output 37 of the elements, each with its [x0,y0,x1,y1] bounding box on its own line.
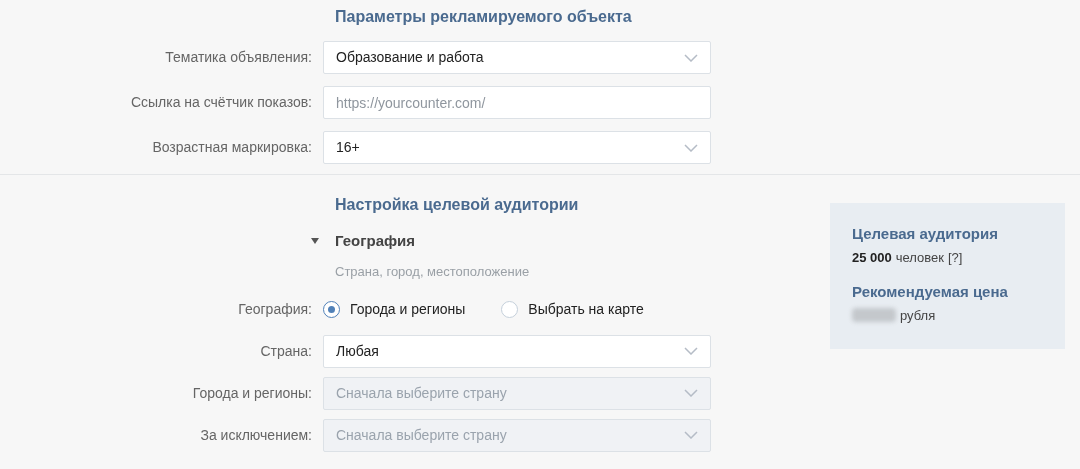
radio-button[interactable] [501,300,519,318]
audience-unit: человек [895,248,944,267]
section-title: Параметры рекламируемого объекта [335,8,632,25]
blurred-price [852,308,896,323]
field-label: Страна: [259,341,313,361]
radio-button[interactable] [323,300,340,318]
select-placeholder: Сначала выберите страну [336,425,507,445]
select-placeholder: Сначала выберите страну [336,383,507,403]
chevron-down-icon [684,53,698,62]
chevron-down-icon [684,143,698,152]
group-title[interactable]: География [335,230,416,253]
section-title: Настройка целевой аудитории [335,196,579,213]
field-label: Города и регионы: [191,383,313,403]
price-unit: рубля [900,306,936,325]
summary-title: Рекомендуемая цена [852,282,1009,302]
field-label: География: [237,299,313,319]
chevron-down-icon [684,347,698,355]
summary-title: Целевая аудитория [852,224,999,244]
field-label: Ссылка на счётчик показов: [129,93,313,112]
chevron-down-icon [684,389,698,397]
select-value: 16+ [336,138,360,157]
select-field[interactable]: Образование и работа [323,41,711,74]
input-field[interactable]: https://yourcounter.com/ [323,86,711,119]
field-label: Возрастная маркировка: [151,138,313,157]
field-label: Тематика объявления: [164,48,313,67]
help-link[interactable]: [?] [948,247,963,267]
audience-count: 25 000 [852,248,892,267]
group-subtitle: Страна, город, местоположение [335,263,530,279]
field-label: За исключением: [199,425,313,445]
select-field[interactable]: 16+ [323,131,711,164]
select-value: Любая [336,341,379,361]
select-value: Образование и работа [336,48,484,67]
chevron-down-icon [684,431,698,439]
radio-option[interactable]: Города и регионы [323,298,466,320]
caret-icon[interactable] [310,237,320,246]
radio-option[interactable]: Выбрать на карте [501,298,644,320]
select-field[interactable]: Любая [323,334,711,368]
